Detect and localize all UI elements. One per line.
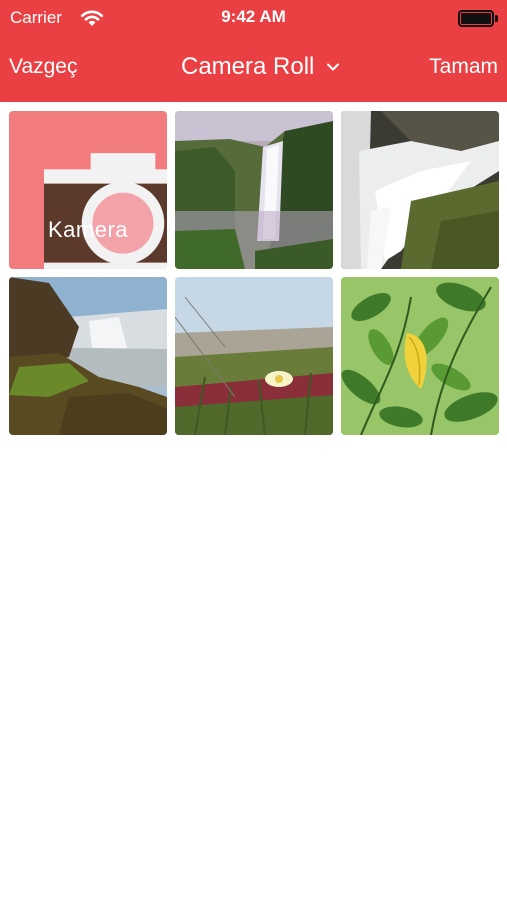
status-bar: Carrier 9:42 AM (0, 0, 507, 36)
photo-thumbnail[interactable] (175, 111, 333, 269)
cancel-button[interactable]: Vazgeç (9, 55, 78, 79)
waterfall-shore-photo (9, 277, 167, 435)
camera-tile[interactable]: Kamera (9, 111, 167, 269)
battery-icon (458, 10, 498, 27)
status-time: 9:42 AM (221, 7, 286, 26)
done-button[interactable]: Tamam (429, 55, 498, 79)
flower-field-photo (175, 277, 333, 435)
waterfall-cliff-photo (175, 111, 333, 269)
waterfall-closeup-photo (341, 111, 499, 269)
photo-thumbnail[interactable] (341, 111, 499, 269)
album-selector[interactable]: Camera Roll (181, 53, 340, 81)
photo-thumbnail[interactable] (9, 277, 167, 435)
camera-label: Kamera (47, 217, 129, 242)
photo-grid: Kamera (9, 111, 499, 435)
camera-icon (44, 153, 167, 269)
chevron-down-icon (327, 63, 340, 71)
green-leaves-photo (341, 277, 499, 435)
photo-thumbnail[interactable] (175, 277, 333, 435)
photo-thumbnail[interactable] (341, 277, 499, 435)
album-title: Camera Roll (181, 53, 315, 80)
header: Carrier 9:42 AM Vazgeç Camera Roll Tamam (0, 0, 507, 102)
